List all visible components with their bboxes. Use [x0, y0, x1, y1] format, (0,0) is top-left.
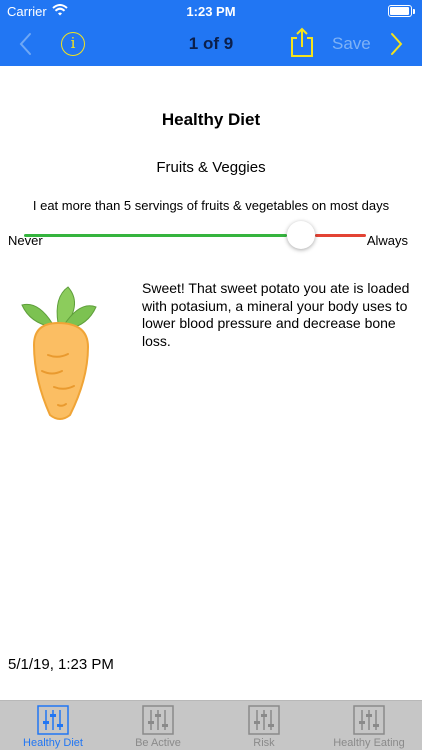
chevron-left-icon[interactable]	[14, 30, 38, 58]
battery-icon	[388, 5, 415, 17]
share-icon[interactable]	[289, 26, 315, 58]
feedback-message: Sweet! That sweet potato you ate is load…	[142, 280, 410, 349]
tab-bar: Healthy Diet Be Active Risk Healthy Eati…	[0, 700, 422, 750]
tab-label: Risk	[253, 737, 275, 749]
navigation-bar: i 1 of 9 Save	[0, 22, 422, 66]
section-subtitle: Fruits & Veggies	[156, 159, 266, 176]
sliders-icon	[142, 705, 174, 735]
slider-max-label: Always	[366, 233, 408, 248]
tab-label: Healthy Eating	[333, 737, 405, 749]
slider-remaining-track	[315, 234, 366, 237]
chevron-right-icon[interactable]	[386, 30, 406, 58]
slider-thumb[interactable]	[287, 221, 316, 249]
tab-healthy-eating[interactable]: Healthy Eating	[316, 701, 422, 750]
slider-filled-track	[24, 234, 288, 237]
tab-label: Be Active	[135, 737, 181, 749]
sliders-icon	[248, 705, 280, 735]
page-title: Healthy Diet	[161, 110, 261, 129]
status-bar: Carrier 1:23 PM	[0, 0, 422, 22]
info-icon[interactable]: i	[61, 32, 85, 56]
timestamp: 5/1/19, 1:23 PM	[8, 656, 114, 673]
carrot-icon	[21, 286, 97, 420]
tab-be-active[interactable]: Be Active	[105, 701, 211, 750]
sliders-icon	[353, 705, 385, 735]
sliders-icon	[37, 705, 69, 735]
question-text: I eat more than 5 servings of fruits & v…	[32, 198, 390, 213]
tab-healthy-diet[interactable]: Healthy Diet	[0, 701, 106, 750]
frequency-slider[interactable]	[24, 221, 366, 249]
save-button[interactable]: Save	[332, 34, 371, 54]
tab-label: Healthy Diet	[23, 737, 83, 749]
status-time: 1:23 PM	[186, 4, 236, 19]
tab-risk[interactable]: Risk	[211, 701, 317, 750]
